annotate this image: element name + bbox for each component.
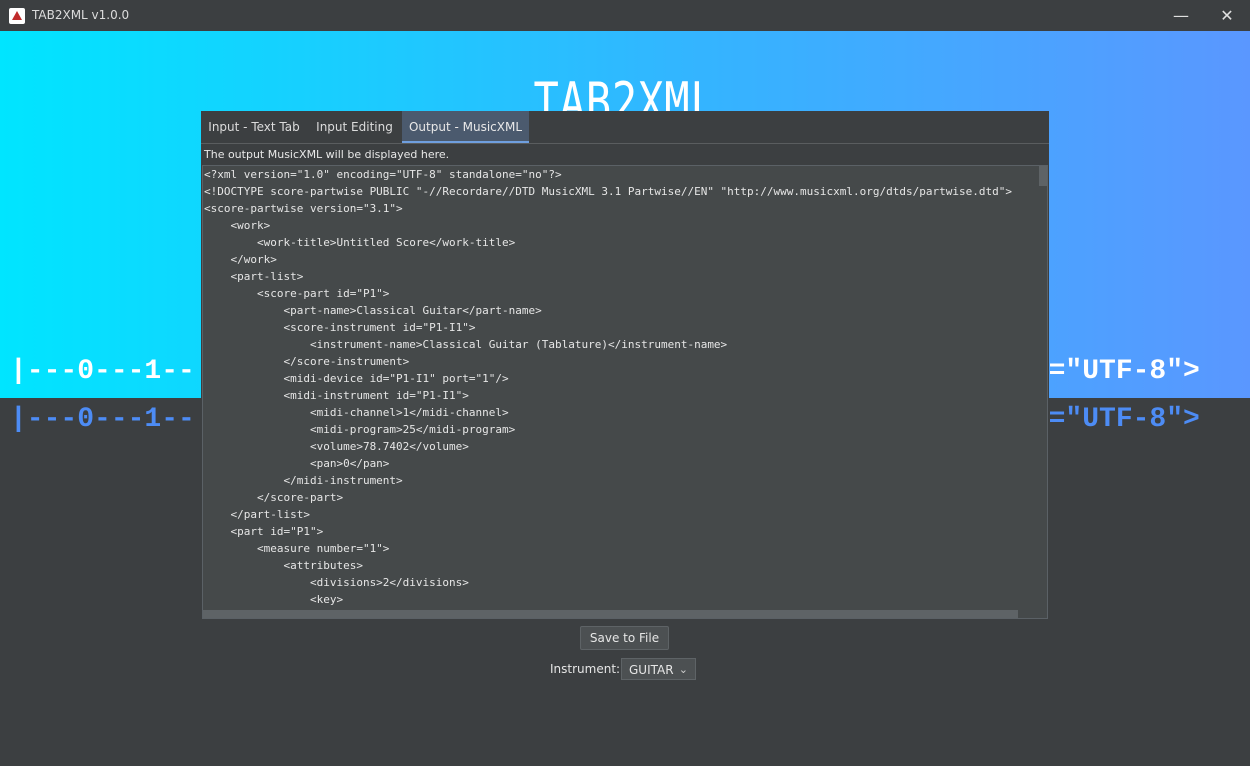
close-button[interactable]: ✕ xyxy=(1204,0,1250,31)
code-line: <measure number="1"> xyxy=(204,542,390,555)
code-line: </score-part> xyxy=(204,491,344,504)
code-line: <score-part id="P1"> xyxy=(204,287,390,300)
output-description: The output MusicXML will be displayed he… xyxy=(204,148,450,161)
background-tab-text-blue: |---0---1-- xyxy=(10,404,195,435)
code-line: <score-partwise version="3.1"> xyxy=(204,202,403,215)
vertical-scroll-thumb[interactable] xyxy=(1039,166,1047,186)
code-line: <midi-program>25</midi-program> xyxy=(204,423,516,436)
code-line: <instrument-name>Classical Guitar (Tabla… xyxy=(204,338,728,351)
code-line: </score-instrument> xyxy=(204,355,410,368)
horizontal-scrollbar[interactable] xyxy=(203,608,1039,618)
main-panel: Input - Text Tab Input Editing Output - … xyxy=(201,111,1049,684)
code-line: <pan>0</pan> xyxy=(204,457,390,470)
code-line: </part-list> xyxy=(204,508,310,521)
instrument-select[interactable]: GUITAR ⌄ xyxy=(621,658,696,680)
minimize-button[interactable]: — xyxy=(1158,0,1204,31)
code-line: <key> xyxy=(204,593,344,606)
code-line: <midi-channel>1</midi-channel> xyxy=(204,406,509,419)
code-line: <midi-device id="P1-I1" port="1"/> xyxy=(204,372,509,385)
vertical-scrollbar[interactable] xyxy=(1039,166,1047,606)
tab-input-text[interactable]: Input - Text Tab xyxy=(201,111,307,143)
tab-output-musicxml[interactable]: Output - MusicXML xyxy=(402,111,529,143)
musicxml-output-area[interactable]: <?xml version="1.0" encoding="UTF-8" sta… xyxy=(202,165,1048,619)
code-line: <midi-instrument id="P1-I1"> xyxy=(204,389,469,402)
code-line: <score-instrument id="P1-I1"> xyxy=(204,321,476,334)
code-line: </work> xyxy=(204,253,277,266)
code-line: <work-title>Untitled Score</work-title> xyxy=(204,236,516,249)
code-line: <part id="P1"> xyxy=(204,525,324,538)
horizontal-scroll-thumb[interactable] xyxy=(203,610,1018,618)
tab-divider xyxy=(201,143,1049,144)
code-line: <part-list> xyxy=(204,270,304,283)
code-line: <divisions>2</divisions> xyxy=(204,576,469,589)
save-to-file-button[interactable]: Save to File xyxy=(580,626,669,650)
code-line: <?xml version="1.0" encoding="UTF-8" sta… xyxy=(204,168,562,181)
code-line: </midi-instrument> xyxy=(204,474,403,487)
background-tab-text-white: |---0---1-- xyxy=(10,356,195,387)
window-title: TAB2XML v1.0.0 xyxy=(32,8,130,22)
code-line: <volume>78.7402</volume> xyxy=(204,440,469,453)
code-line: <!DOCTYPE score-partwise PUBLIC "-//Reco… xyxy=(204,185,1012,198)
code-line: <work> xyxy=(204,219,271,232)
instrument-label: Instrument: xyxy=(550,662,621,676)
title-bar: TAB2XML v1.0.0 — ✕ xyxy=(0,0,1250,31)
tab-input-editing[interactable]: Input Editing xyxy=(307,111,402,143)
tab-bar: Input - Text Tab Input Editing Output - … xyxy=(201,111,1049,143)
chevron-down-icon: ⌄ xyxy=(678,663,688,676)
instrument-select-value: GUITAR xyxy=(629,663,674,677)
code-line: <attributes> xyxy=(204,559,363,572)
code-line: <part-name>Classical Guitar</part-name> xyxy=(204,304,542,317)
app-icon xyxy=(9,8,25,24)
